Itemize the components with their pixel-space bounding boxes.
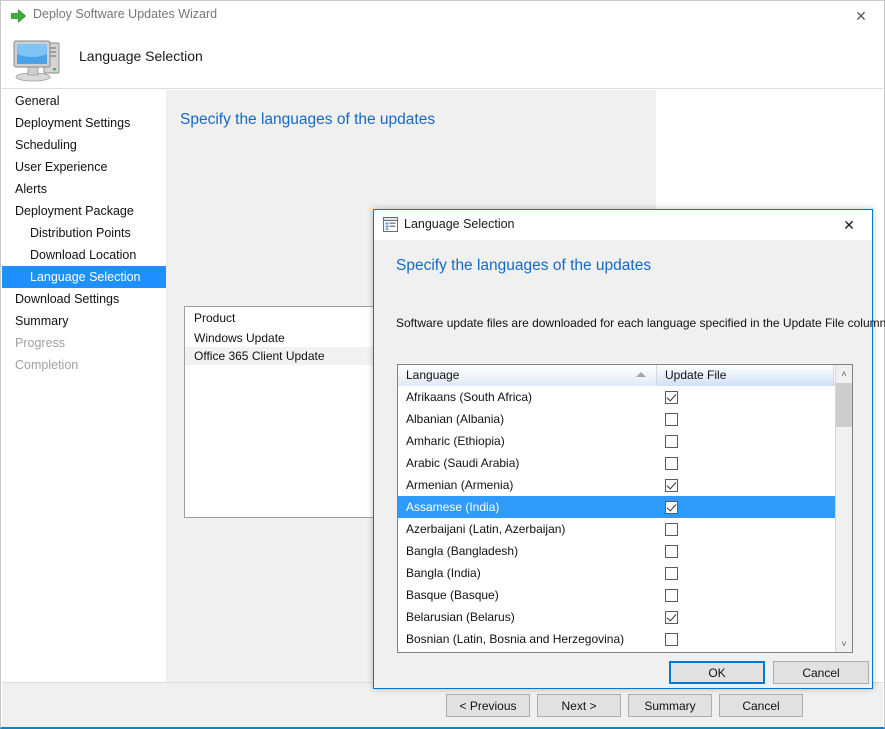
update-file-checkbox[interactable] bbox=[665, 479, 678, 492]
language-name: Basque (Basque) bbox=[398, 588, 657, 602]
sidebar-item-download-settings[interactable]: Download Settings bbox=[2, 288, 166, 310]
sidebar-item-deployment-settings[interactable]: Deployment Settings bbox=[2, 112, 166, 134]
grid-rows: Afrikaans (South Africa) Albanian (Alban… bbox=[398, 386, 852, 650]
language-name: Assamese (India) bbox=[398, 500, 657, 514]
grid-header-row: Language Update File bbox=[398, 365, 852, 386]
sidebar-item-language-selection[interactable]: Language Selection bbox=[2, 266, 166, 288]
wizard-header: Language Selection bbox=[2, 31, 883, 89]
language-name: Afrikaans (South Africa) bbox=[398, 390, 657, 404]
column-header-update-file[interactable]: Update File bbox=[657, 365, 834, 386]
ok-button[interactable]: OK bbox=[669, 661, 765, 684]
wizard-header-title: Language Selection bbox=[79, 48, 203, 64]
sidebar-item-summary[interactable]: Summary bbox=[2, 310, 166, 332]
table-row[interactable]: Bosnian (Latin, Bosnia and Herzegovina) bbox=[398, 628, 852, 650]
table-row[interactable]: Bangla (Bangladesh) bbox=[398, 540, 852, 562]
update-file-checkbox[interactable] bbox=[665, 611, 678, 624]
previous-button[interactable]: < Previous bbox=[446, 694, 530, 717]
summary-button[interactable]: Summary bbox=[628, 694, 712, 717]
table-row[interactable]: Albanian (Albania) bbox=[398, 408, 852, 430]
dialog-title: Language Selection bbox=[404, 217, 515, 231]
dialog-description: Software update files are downloaded for… bbox=[396, 316, 885, 330]
update-file-cell[interactable] bbox=[657, 413, 834, 426]
update-file-checkbox[interactable] bbox=[665, 567, 678, 580]
update-file-cell[interactable] bbox=[657, 391, 834, 404]
update-file-cell[interactable] bbox=[657, 545, 834, 558]
close-icon[interactable]: ✕ bbox=[826, 210, 872, 240]
update-file-checkbox[interactable] bbox=[665, 457, 678, 470]
table-row[interactable]: Bangla (India) bbox=[398, 562, 852, 584]
update-file-cell[interactable] bbox=[657, 611, 834, 624]
update-file-cell[interactable] bbox=[657, 501, 834, 514]
sidebar-item-scheduling[interactable]: Scheduling bbox=[2, 134, 166, 156]
sidebar-item-user-experience[interactable]: User Experience bbox=[2, 156, 166, 178]
cancel-button[interactable]: Cancel bbox=[719, 694, 803, 717]
sidebar-item-progress: Progress bbox=[2, 332, 166, 354]
table-row-selected[interactable]: Assamese (India) bbox=[398, 496, 852, 518]
sidebar-item-alerts[interactable]: Alerts bbox=[2, 178, 166, 200]
table-row[interactable]: Belarusian (Belarus) bbox=[398, 606, 852, 628]
scroll-up-icon[interactable]: ˄ bbox=[836, 365, 852, 382]
green-arrow-icon bbox=[11, 9, 26, 23]
computer-icon bbox=[11, 35, 63, 83]
language-grid[interactable]: Language Update File Afrikaans (South Af… bbox=[397, 364, 853, 653]
language-name: Armenian (Armenia) bbox=[398, 478, 657, 492]
close-icon[interactable]: ✕ bbox=[838, 1, 884, 31]
column-header-language[interactable]: Language bbox=[398, 365, 657, 386]
language-name: Bangla (India) bbox=[398, 566, 657, 580]
language-name: Bangla (Bangladesh) bbox=[398, 544, 657, 558]
language-name: Amharic (Ethiopia) bbox=[398, 434, 657, 448]
update-file-checkbox[interactable] bbox=[665, 501, 678, 514]
scroll-down-icon[interactable]: ˅ bbox=[836, 635, 852, 652]
dialog-cancel-button[interactable]: Cancel bbox=[773, 661, 869, 684]
update-file-cell[interactable] bbox=[657, 589, 834, 602]
dialog-heading: Specify the languages of the updates bbox=[396, 257, 651, 275]
sort-ascending-icon bbox=[636, 372, 646, 377]
update-file-checkbox[interactable] bbox=[665, 633, 678, 646]
next-button[interactable]: Next > bbox=[537, 694, 621, 717]
update-file-checkbox[interactable] bbox=[665, 413, 678, 426]
sidebar-item-deployment-package[interactable]: Deployment Package bbox=[2, 200, 166, 222]
table-row[interactable]: Armenian (Armenia) bbox=[398, 474, 852, 496]
language-name: Albanian (Albania) bbox=[398, 412, 657, 426]
update-file-cell[interactable] bbox=[657, 633, 834, 646]
table-row[interactable]: Arabic (Saudi Arabia) bbox=[398, 452, 852, 474]
language-name: Arabic (Saudi Arabia) bbox=[398, 456, 657, 470]
sidebar-item-completion: Completion bbox=[2, 354, 166, 376]
dialog-footer: OK Cancel bbox=[374, 657, 872, 688]
window-title: Deploy Software Updates Wizard bbox=[33, 7, 217, 21]
dialog-titlebar: Language Selection ✕ bbox=[374, 210, 872, 240]
update-file-cell[interactable] bbox=[657, 435, 834, 448]
update-file-cell[interactable] bbox=[657, 567, 834, 580]
update-file-checkbox[interactable] bbox=[665, 391, 678, 404]
sidebar-item-general[interactable]: General bbox=[2, 90, 166, 112]
scrollbar-thumb[interactable] bbox=[836, 383, 852, 427]
table-row[interactable]: Azerbaijani (Latin, Azerbaijan) bbox=[398, 518, 852, 540]
update-file-cell[interactable] bbox=[657, 523, 834, 536]
table-row[interactable]: Basque (Basque) bbox=[398, 584, 852, 606]
update-file-cell[interactable] bbox=[657, 457, 834, 470]
update-file-checkbox[interactable] bbox=[665, 589, 678, 602]
language-name: Belarusian (Belarus) bbox=[398, 610, 657, 624]
update-file-cell[interactable] bbox=[657, 479, 834, 492]
update-file-checkbox[interactable] bbox=[665, 435, 678, 448]
dialog-body: Specify the languages of the updates Sof… bbox=[374, 240, 872, 657]
language-name: Azerbaijani (Latin, Azerbaijan) bbox=[398, 522, 657, 536]
update-file-checkbox[interactable] bbox=[665, 545, 678, 558]
wizard-sidebar: General Deployment Settings Scheduling U… bbox=[2, 90, 166, 682]
grid-scrollbar[interactable]: ˄ ˅ bbox=[835, 365, 852, 652]
language-selection-dialog: Language Selection ✕ Specify the languag… bbox=[373, 209, 873, 689]
window-list-icon bbox=[383, 217, 398, 232]
page-title: Specify the languages of the updates bbox=[180, 111, 435, 129]
window-titlebar: Deploy Software Updates Wizard ✕ bbox=[1, 1, 884, 31]
table-row[interactable]: Afrikaans (South Africa) bbox=[398, 386, 852, 408]
language-name: Bosnian (Latin, Bosnia and Herzegovina) bbox=[398, 632, 657, 646]
update-file-checkbox[interactable] bbox=[665, 523, 678, 536]
sidebar-item-download-location[interactable]: Download Location bbox=[2, 244, 166, 266]
column-header-language-label: Language bbox=[406, 368, 459, 382]
table-row[interactable]: Amharic (Ethiopia) bbox=[398, 430, 852, 452]
sidebar-item-distribution-points[interactable]: Distribution Points bbox=[2, 222, 166, 244]
